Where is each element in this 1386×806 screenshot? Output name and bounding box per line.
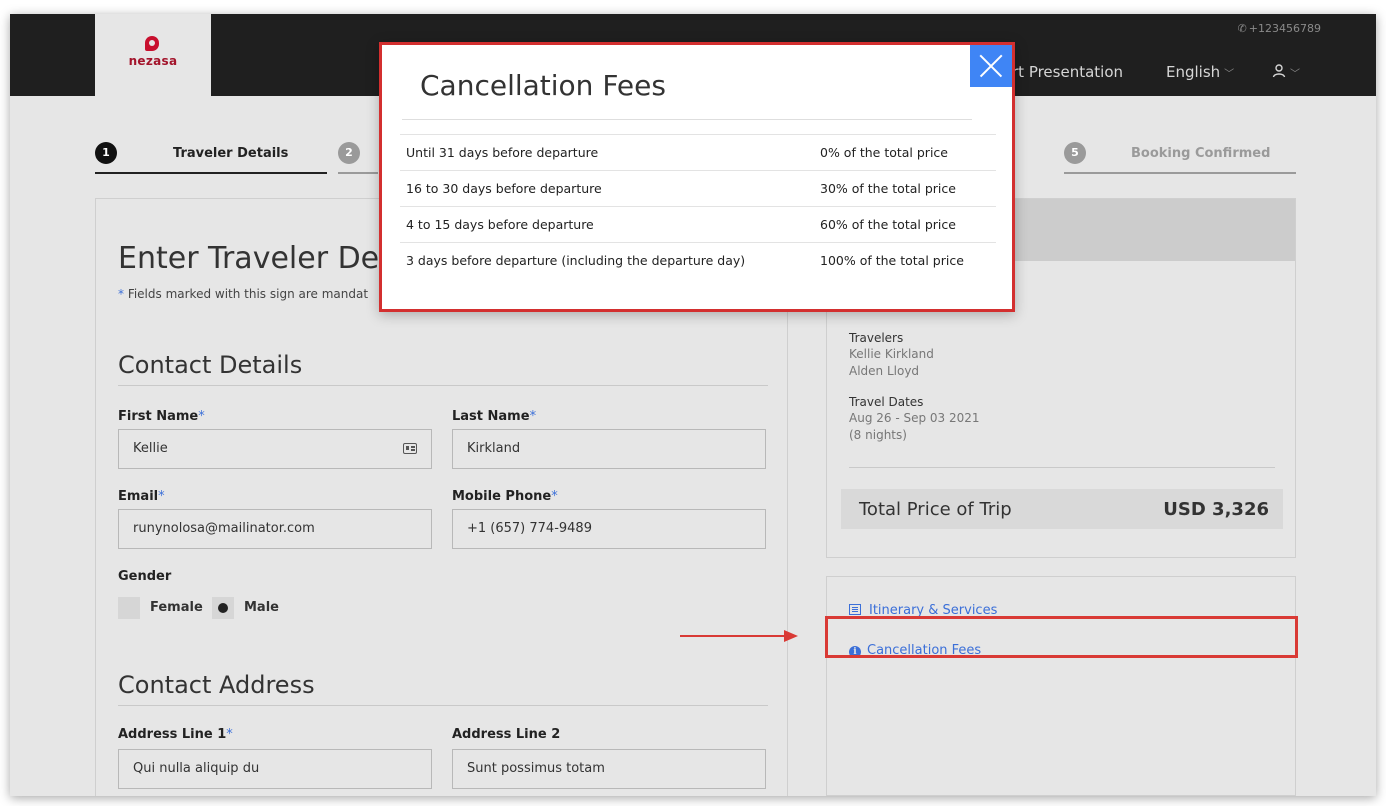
address-line-1-field[interactable]: Qui nulla aliquip du <box>118 749 432 789</box>
first-name-label: First Name* <box>118 409 205 424</box>
table-row: 16 to 30 days before departure 30% of th… <box>400 170 996 207</box>
annotation-arrow-icon <box>680 630 798 642</box>
close-icon[interactable] <box>970 45 1012 87</box>
fee-amount: 60% of the total price <box>814 206 996 243</box>
travel-dates-label: Travel Dates <box>849 395 924 409</box>
last-name-label-text: Last Name <box>452 409 530 424</box>
fee-amount: 30% of the total price <box>814 170 996 207</box>
first-name-value: Kellie <box>133 441 168 456</box>
table-row: 4 to 15 days before departure 60% of the… <box>400 206 996 243</box>
id-card-icon[interactable] <box>403 443 417 454</box>
step-traveler-details[interactable]: 1 Traveler Details <box>95 138 327 174</box>
fee-amount: 100% of the total price <box>814 242 996 279</box>
divider <box>402 119 972 120</box>
fee-period: 3 days before departure (including the d… <box>400 242 814 279</box>
phone-contact[interactable]: ✆ +123456789 <box>1238 22 1321 35</box>
address-line-2-label: Address Line 2 <box>452 727 561 742</box>
language-selector[interactable]: English ﹀ <box>1166 63 1234 81</box>
travel-nights: (8 nights) <box>849 428 907 442</box>
required-star: * <box>226 727 233 742</box>
contact-details-heading: Contact Details <box>118 351 303 379</box>
mobile-phone-label-text: Mobile Phone <box>452 489 552 504</box>
annotation-highlight-box <box>825 616 1298 658</box>
address-line-2-field[interactable]: Sunt possimus totam <box>452 749 766 789</box>
step-2[interactable]: 2 <box>338 138 378 174</box>
list-icon <box>849 604 861 615</box>
last-name-label: Last Name* <box>452 409 536 424</box>
step-label: Booking Confirmed <box>1131 146 1271 161</box>
logo-text: nezasa <box>128 54 178 68</box>
travelers-label: Travelers <box>849 331 904 345</box>
address-line-1-label: Address Line 1* <box>118 727 233 742</box>
logo[interactable]: nezasa <box>95 14 211 96</box>
email-label-text: Email <box>118 489 159 504</box>
app-window: nezasa ✆ +123456789 rt Presentation Engli… <box>10 14 1376 796</box>
travel-dates-value: Aug 26 - Sep 03 2021 <box>849 411 980 425</box>
required-star: * <box>198 409 205 424</box>
traveler-name: Kellie Kirkland <box>849 347 934 361</box>
required-star: * <box>529 409 537 424</box>
mobile-phone-field[interactable]: +1 (657) 774-9489 <box>452 509 766 549</box>
required-star: * <box>551 489 558 504</box>
first-name-field[interactable]: Kellie <box>118 429 432 469</box>
email-field[interactable]: runynolosa@mailinator.com <box>118 509 432 549</box>
step-number: 5 <box>1064 142 1086 164</box>
total-price-bar: Total Price of Trip USD 3,326 <box>841 489 1283 529</box>
step-label: Traveler Details <box>173 146 289 161</box>
user-menu[interactable]: ﹀ <box>1272 63 1300 81</box>
gender-female-label[interactable]: Female <box>150 600 203 615</box>
logo-mark-icon <box>145 36 159 51</box>
phone-number: +123456789 <box>1248 22 1321 35</box>
step-number: 2 <box>338 142 360 164</box>
gender-label: Gender <box>118 569 172 584</box>
table-row: 3 days before departure (including the d… <box>400 242 996 279</box>
mandatory-note-text: Fields marked with this sign are mandat <box>124 287 369 301</box>
divider <box>849 467 1275 468</box>
contact-address-heading: Contact Address <box>118 671 315 699</box>
page-title: Enter Traveler Deta <box>118 241 410 276</box>
gender-radio-female[interactable] <box>118 597 140 619</box>
address-line-1-label-text: Address Line 1 <box>118 727 227 742</box>
chevron-down-icon: ﹀ <box>1290 69 1300 80</box>
mandatory-note: * Fields marked with this sign are manda… <box>118 287 368 301</box>
total-price-value: USD 3,326 <box>1163 499 1269 520</box>
mobile-phone-label: Mobile Phone* <box>452 489 558 504</box>
user-icon <box>1272 64 1286 78</box>
traveler-name: Alden Lloyd <box>849 364 920 378</box>
chevron-down-icon: ﹀ <box>1224 69 1235 80</box>
language-label: English <box>1166 63 1221 81</box>
email-label: Email* <box>118 489 165 504</box>
divider <box>118 705 768 706</box>
first-name-label-text: First Name <box>118 409 199 424</box>
step-number: 1 <box>95 142 117 164</box>
table-row: Until 31 days before departure 0% of the… <box>400 134 996 171</box>
fee-period: 4 to 15 days before departure <box>400 206 814 243</box>
phone-icon: ✆ <box>1237 22 1247 35</box>
fee-period: 16 to 30 days before departure <box>400 170 814 207</box>
cancellation-fees-modal: Cancellation Fees Until 31 days before d… <box>379 42 1015 312</box>
trip-links-card: Itinerary & Services i Cancellation Fees <box>826 576 1296 796</box>
fee-amount: 0% of the total price <box>814 134 996 171</box>
last-name-field[interactable]: Kirkland <box>452 429 766 469</box>
gender-radio-male[interactable] <box>212 597 234 619</box>
total-price-label: Total Price of Trip <box>859 499 1012 520</box>
required-star: * <box>158 489 165 504</box>
gender-male-label[interactable]: Male <box>244 600 279 615</box>
step-booking-confirmed[interactable]: 5 Booking Confirmed <box>1064 138 1296 174</box>
cancellation-fees-table: Until 31 days before departure 0% of the… <box>400 134 996 279</box>
modal-title: Cancellation Fees <box>420 69 666 102</box>
nav-presentation[interactable]: rt Presentation <box>1012 63 1123 81</box>
fee-period: Until 31 days before departure <box>400 134 814 171</box>
divider <box>118 385 768 386</box>
